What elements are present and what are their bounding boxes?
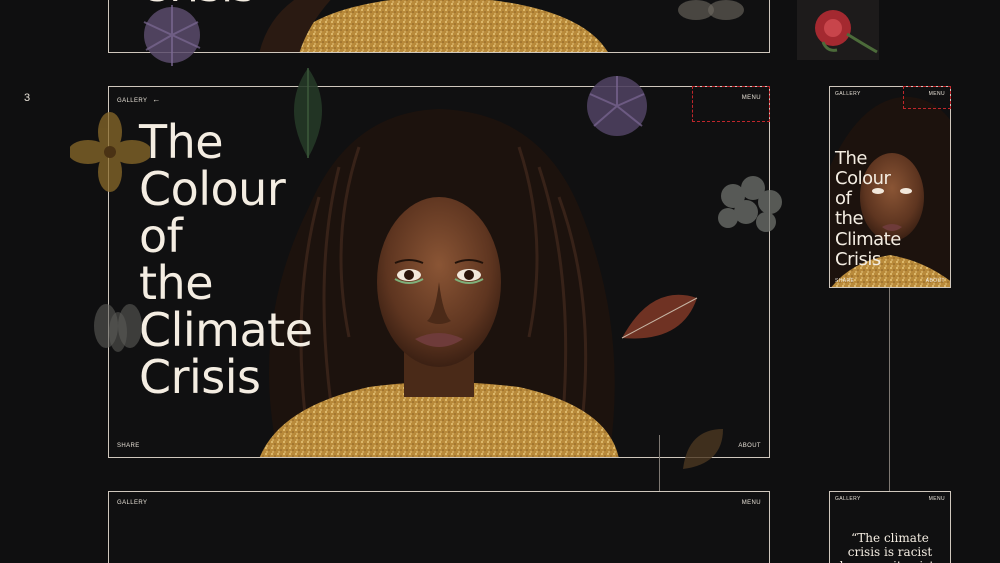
hero-title-line: the bbox=[835, 208, 864, 230]
arrow-left-icon: ← bbox=[152, 95, 161, 104]
hero-title-line: of bbox=[139, 208, 183, 263]
moth-icon bbox=[678, 0, 744, 20]
gallery-link-label: GALLERY bbox=[117, 98, 148, 104]
bottom-desktop-frame[interactable]: GALLERY MENU bbox=[108, 491, 770, 563]
purple-flower-icon bbox=[143, 5, 201, 66]
menu-button[interactable]: MENU bbox=[742, 500, 761, 506]
hero-title-line: Climate bbox=[835, 228, 901, 250]
yellow-flower-icon bbox=[70, 112, 150, 192]
mobile-frame[interactable]: GALLERY MENU The Colour of the Climate C… bbox=[829, 86, 951, 288]
share-link[interactable]: SHARE bbox=[117, 443, 140, 449]
hero-title: The Colour of the Climate Crisis bbox=[835, 148, 901, 270]
hero-title-line: of bbox=[835, 188, 852, 210]
purple-flower-icon bbox=[587, 76, 647, 136]
green-leaf-icon bbox=[294, 68, 322, 158]
pull-quote: “The climate crisis is racist because it… bbox=[840, 531, 941, 563]
gallery-link[interactable]: GALLERY bbox=[117, 500, 147, 506]
rose-icon bbox=[797, 0, 879, 60]
gallery-link[interactable]: GALLERY ← bbox=[117, 95, 161, 104]
connector-line bbox=[889, 275, 890, 520]
hero-title-line: the bbox=[139, 255, 213, 310]
menu-highlight-box bbox=[903, 86, 951, 109]
gallery-link[interactable]: GALLERY bbox=[835, 496, 861, 502]
main-desktop-frame[interactable]: GALLERY ← MENU The Colour of the Climate… bbox=[108, 86, 770, 458]
autumn-leaf-icon bbox=[621, 294, 698, 339]
brown-leaf-icon bbox=[683, 429, 723, 469]
hydrangea-icon bbox=[718, 176, 782, 232]
hero-title-line: Crisis bbox=[835, 248, 881, 270]
fly-icon bbox=[94, 304, 142, 352]
hero-title-line: The bbox=[835, 148, 867, 169]
about-link[interactable]: ABOUT bbox=[926, 278, 945, 284]
hero-title-line: Climate bbox=[139, 302, 313, 357]
hero-title-line: Colour bbox=[139, 161, 286, 216]
menu-button[interactable]: MENU bbox=[929, 496, 945, 502]
hero-title-line: Crisis bbox=[139, 349, 261, 404]
share-link[interactable]: SHARE bbox=[835, 278, 854, 284]
gallery-link[interactable]: GALLERY bbox=[835, 91, 861, 97]
menu-highlight-box bbox=[692, 86, 770, 122]
hero-title-line: Colour bbox=[835, 168, 891, 190]
bottom-mobile-frame[interactable]: GALLERY MENU “The climate crisis is raci… bbox=[829, 491, 951, 563]
slide-index: 3 bbox=[24, 92, 31, 104]
about-link[interactable]: ABOUT bbox=[738, 443, 761, 449]
